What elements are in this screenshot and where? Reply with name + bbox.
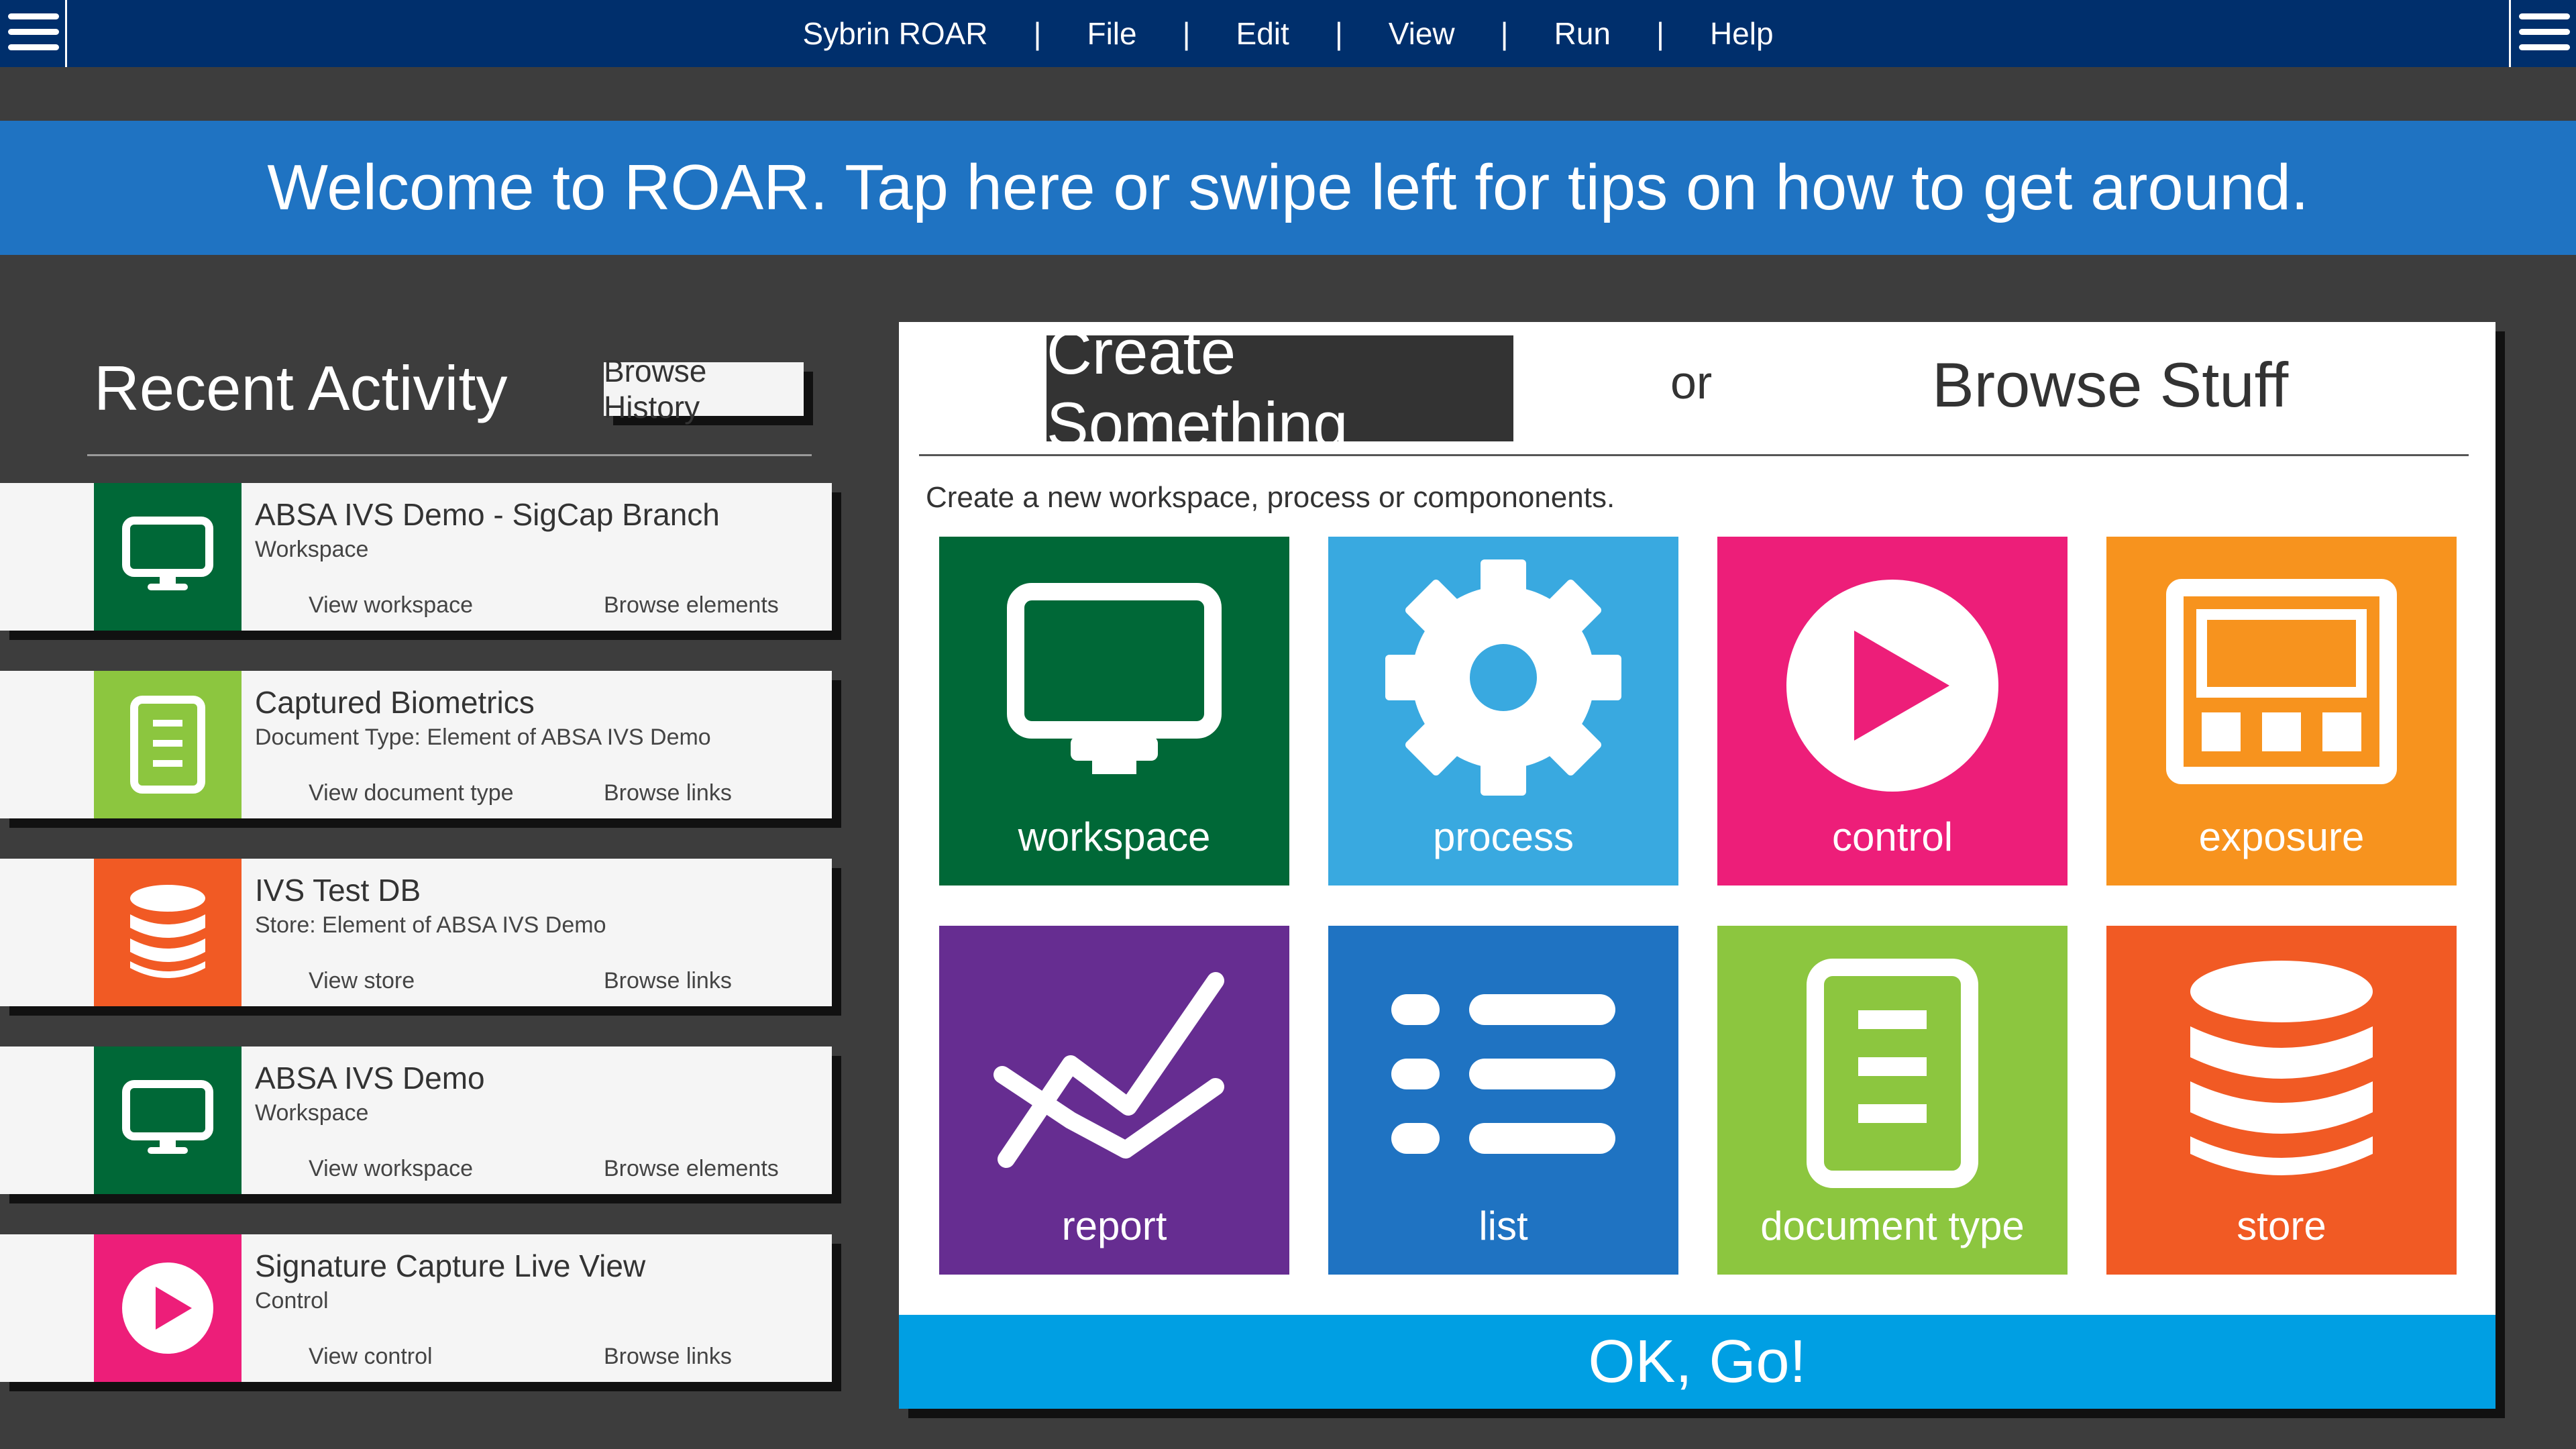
create-browse-panel: Create Something or Browse Stuff Create … xyxy=(899,317,2496,1409)
card-view-link[interactable]: View control xyxy=(309,1344,433,1370)
tab-browse-stuff[interactable]: Browse Stuff xyxy=(1932,349,2288,421)
tile-label: exposure xyxy=(2198,814,2365,859)
card-type: Workspace xyxy=(255,1100,369,1126)
document-icon xyxy=(94,671,241,818)
card-title: IVS Test DB xyxy=(255,873,421,908)
recent-card[interactable]: IVS Test DB Store: Element of ABSA IVS D… xyxy=(0,859,832,1006)
recent-card[interactable]: Signature Capture Live View Control View… xyxy=(0,1234,832,1382)
recent-card[interactable]: ABSA IVS Demo Workspace View workspace B… xyxy=(0,1046,832,1194)
or-label: or xyxy=(1670,356,1713,409)
menu-item-run[interactable]: Run xyxy=(1554,15,1611,52)
tile-label: workspace xyxy=(1018,814,1211,859)
tile-store[interactable]: store xyxy=(2106,926,2457,1275)
tile-report[interactable]: report xyxy=(939,926,1289,1275)
card-type: Control xyxy=(255,1288,329,1313)
menu-separator: | xyxy=(1182,16,1191,51)
tile-document-type[interactable]: document type xyxy=(1717,926,2068,1275)
card-type: Workspace xyxy=(255,537,369,562)
recent-activity-title: Recent Activity xyxy=(94,353,508,423)
tile-control[interactable]: control xyxy=(1717,537,2068,885)
card-view-link[interactable]: View store xyxy=(309,968,415,994)
monitor-icon xyxy=(94,1046,241,1194)
card-title: ABSA IVS Demo - SigCap Branch xyxy=(255,497,720,532)
welcome-banner[interactable]: Welcome to ROAR. Tap here or swipe left … xyxy=(0,121,2576,255)
menu-item-view[interactable]: View xyxy=(1389,15,1455,52)
card-view-link[interactable]: View document type xyxy=(309,780,514,806)
menu-separator: | xyxy=(1033,16,1042,51)
card-title: ABSA IVS Demo xyxy=(255,1061,485,1095)
card-type: Document Type: Element of ABSA IVS Demo xyxy=(255,724,711,750)
menu-separator: | xyxy=(1500,16,1509,51)
menu-item-file[interactable]: File xyxy=(1087,15,1136,52)
monitor-icon xyxy=(94,483,241,631)
database-icon xyxy=(94,859,241,1006)
recent-card[interactable]: Captured Biometrics Document Type: Eleme… xyxy=(0,671,832,818)
tile-process[interactable]: process xyxy=(1328,537,1678,885)
tile-label: process xyxy=(1432,814,1574,859)
card-browse-link[interactable]: Browse elements xyxy=(604,592,779,619)
main-menu: Sybrin ROAR | File | Edit | View | Run |… xyxy=(0,0,2576,67)
menu-separator: | xyxy=(1334,16,1343,51)
browse-history-button[interactable]: Browse History xyxy=(604,354,804,425)
menu-item-help[interactable]: Help xyxy=(1710,15,1774,52)
tile-label: store xyxy=(2237,1203,2326,1248)
card-title: Captured Biometrics xyxy=(255,685,535,720)
card-view-link[interactable]: View workspace xyxy=(309,592,473,619)
card-type: Store: Element of ABSA IVS Demo xyxy=(255,912,606,938)
panel-description: Create a new workspace, process or compo… xyxy=(926,481,1615,514)
recent-card[interactable]: ABSA IVS Demo - SigCap Branch Workspace … xyxy=(0,483,832,631)
ok-go-button[interactable]: OK, Go! xyxy=(899,1315,2496,1409)
recent-activity-divider xyxy=(87,454,812,456)
tile-exposure[interactable]: exposure xyxy=(2106,537,2457,885)
tile-workspace[interactable]: workspace xyxy=(939,537,1289,885)
hamburger-menu-icon-right[interactable] xyxy=(2509,0,2576,67)
menu-item-app[interactable]: Sybrin ROAR xyxy=(802,15,987,52)
menu-bar: Sybrin ROAR | File | Edit | View | Run |… xyxy=(0,0,2576,67)
tab-create-something[interactable]: Create Something xyxy=(1046,317,1513,460)
tile-list[interactable]: list xyxy=(1328,926,1678,1275)
tile-label: report xyxy=(1061,1203,1167,1248)
card-browse-link[interactable]: Browse links xyxy=(604,968,732,994)
card-browse-link[interactable]: Browse elements xyxy=(604,1156,779,1182)
card-view-link[interactable]: View workspace xyxy=(309,1156,473,1182)
panel-divider xyxy=(919,454,2469,456)
tile-label: document type xyxy=(1760,1203,2025,1248)
menu-item-edit[interactable]: Edit xyxy=(1236,15,1289,52)
card-browse-link[interactable]: Browse links xyxy=(604,780,732,806)
tile-label: control xyxy=(1831,814,1953,859)
tile-label: list xyxy=(1479,1203,1528,1248)
card-browse-link[interactable]: Browse links xyxy=(604,1344,732,1370)
card-title: Signature Capture Live View xyxy=(255,1248,646,1283)
menu-separator: | xyxy=(1656,16,1664,51)
play-icon xyxy=(94,1234,241,1382)
